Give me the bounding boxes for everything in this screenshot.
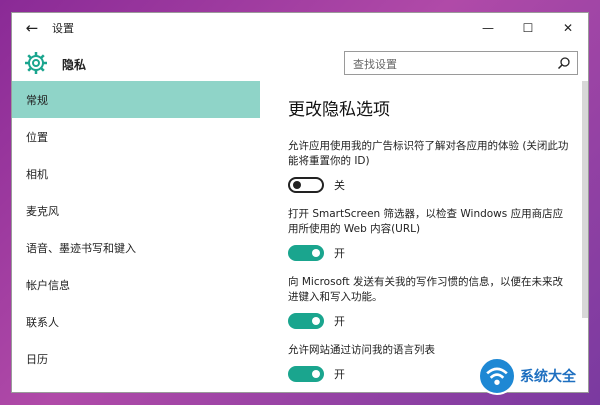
option-smartscreen: 打开 SmartScreen 筛选器，以检查 Windows 应用商店应用所使用…	[288, 207, 570, 261]
toggle-state-label: 关	[334, 179, 345, 192]
sidebar-item-label: 麦克风	[26, 204, 59, 218]
option-advertising-id: 允许应用使用我的广告标识符了解对各应用的体验 (关闭此功能将重置你的 ID) 关	[288, 139, 570, 193]
search-icon[interactable]	[557, 56, 571, 70]
sidebar-item-microphone[interactable]: 麦克风	[12, 192, 260, 229]
sidebar-item-label: 帐户信息	[26, 278, 70, 292]
sidebar-item-label: 日历	[26, 352, 48, 366]
sidebar-item-calendar[interactable]: 日历	[12, 340, 260, 377]
sidebar-item-label: 常规	[26, 93, 48, 107]
gear-icon	[25, 52, 47, 74]
content-scrollbar[interactable]	[582, 81, 588, 318]
sidebar-item-account-info[interactable]: 帐户信息	[12, 266, 260, 303]
option-description: 打开 SmartScreen 筛选器，以检查 Windows 应用商店应用所使用…	[288, 208, 564, 235]
sidebar-item-location[interactable]: 位置	[12, 118, 260, 155]
watermark-text: 系统大全	[520, 369, 576, 385]
watermark-logo-icon	[478, 357, 516, 395]
section-title: 更改隐私选项	[288, 100, 390, 120]
close-button[interactable]: ✕	[548, 13, 588, 43]
back-arrow-icon: ←	[25, 19, 39, 37]
toggle-state-label: 开	[334, 368, 345, 381]
back-button[interactable]: ←	[12, 13, 52, 43]
minimize-button[interactable]: —	[468, 13, 508, 43]
writing-info-toggle[interactable]	[288, 313, 324, 329]
smartscreen-toggle[interactable]	[288, 245, 324, 261]
option-description: 允许应用使用我的广告标识符了解对各应用的体验 (关闭此功能将重置你的 ID)	[288, 140, 569, 167]
sidebar-item-label: 语音、墨迹书写和键入	[26, 241, 136, 255]
toggle-state-label: 开	[334, 315, 345, 328]
advertising-id-toggle[interactable]	[288, 177, 324, 193]
main-content: 更改隐私选项 允许应用使用我的广告标识符了解对各应用的体验 (关闭此功能将重置你…	[274, 81, 574, 392]
settings-window: ← 设置 — ☐ ✕ 隐私 查找设置 常规 位置 相机 麦克风 语音、墨迹书写和…	[11, 12, 589, 393]
language-list-toggle[interactable]	[288, 366, 324, 382]
page-title: 隐私	[62, 58, 87, 72]
title-bar: ← 设置 — ☐ ✕	[12, 13, 588, 43]
toggle-state-label: 开	[334, 247, 345, 260]
sidebar-item-general[interactable]: 常规	[12, 81, 260, 118]
maximize-button[interactable]: ☐	[508, 13, 548, 43]
search-placeholder: 查找设置	[353, 58, 397, 71]
watermark: 系统大全	[478, 356, 598, 396]
search-input[interactable]: 查找设置	[344, 51, 578, 75]
option-writing-info: 向 Microsoft 发送有关我的写作习惯的信息，以便在未来改进键入和写入功能…	[288, 275, 570, 329]
sidebar-item-label: 相机	[26, 167, 48, 181]
sidebar-item-speech-inking[interactable]: 语音、墨迹书写和键入	[12, 229, 260, 266]
sidebar-item-label: 联系人	[26, 315, 59, 329]
sidebar: 常规 位置 相机 麦克风 语音、墨迹书写和键入 帐户信息 联系人 日历	[12, 81, 260, 392]
sidebar-item-contacts[interactable]: 联系人	[12, 303, 260, 340]
sidebar-item-label: 位置	[26, 130, 48, 144]
option-description: 向 Microsoft 发送有关我的写作习惯的信息，以便在未来改进键入和写入功能…	[288, 276, 563, 303]
sidebar-item-camera[interactable]: 相机	[12, 155, 260, 192]
window-title: 设置	[52, 22, 74, 35]
